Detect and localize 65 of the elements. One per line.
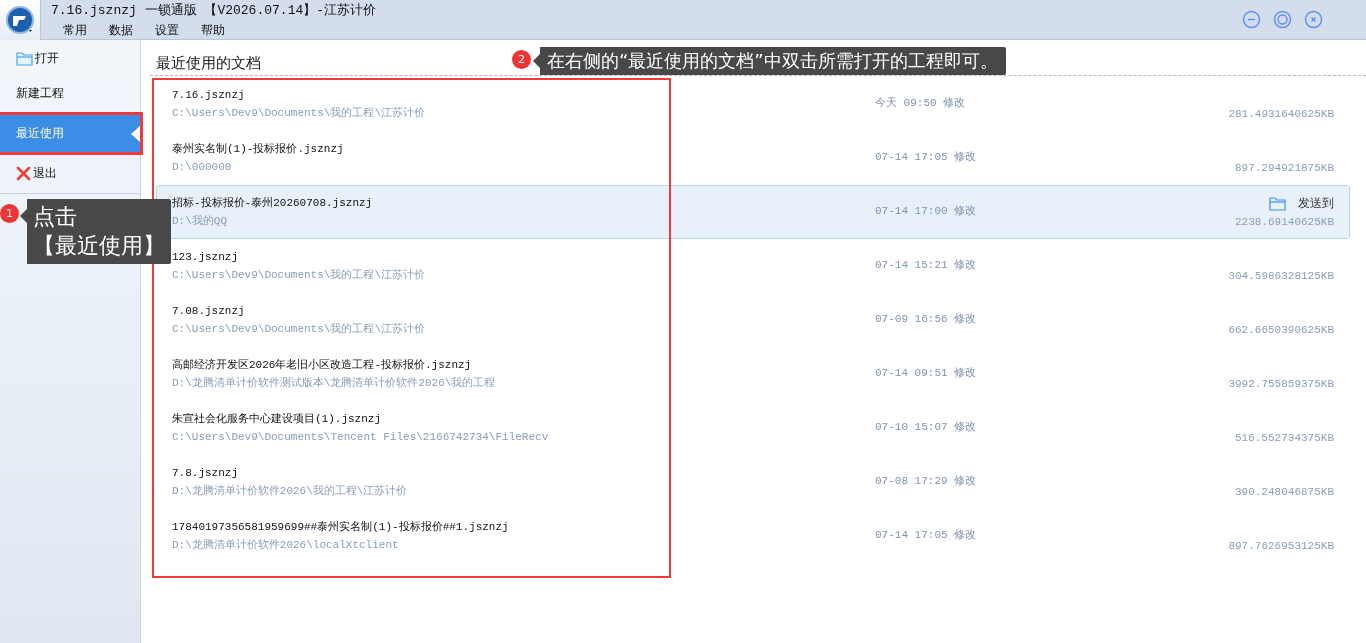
callout-tooltip: 在右侧的“最近使用的文档”中双击所需打开的工程即可。 [533, 47, 1006, 75]
file-name: 123.jsznzj [172, 250, 239, 264]
menu-item[interactable]: 数据 [109, 21, 133, 39]
file-path: D:\龙腾清单计价软件2026\localXtclient [172, 538, 400, 552]
document-row[interactable]: 17840197356581959699##泰州实名制(1)-投标报价##1.jsznzj D:\龙腾清单计价软件2026\localXtclient 07-14 17:05 修改 897.7626953125KB [156, 509, 1350, 563]
file-size: 897.294921875KB [1234, 161, 1334, 175]
file-name: 高邮经济开发区2026年老旧小区改造工程-投标报价.jsznzj [172, 358, 473, 372]
file-name: 7.8.jsznzj [172, 466, 239, 480]
file-name: 朱宣社会化服务中心建设项目(1).jsznzj [172, 412, 382, 426]
document-row[interactable]: 高邮经济开发区2026年老旧小区改造工程-投标报价.jsznzj D:\龙腾清单计价软件测试版本\龙腾清单计价软件2026\我的工程 07-14 09:51 修改 3992.755859375KB [156, 347, 1350, 401]
file-name: 7.08.jsznzj [172, 304, 246, 318]
document-row[interactable]: 7.08.jsznzj C:\Users\Dev9\Documents\我的工程\江苏计价 07-09 16:56 修改 662.6650390625KB [156, 293, 1350, 347]
file-size: 304.5986328125KB [1228, 269, 1334, 283]
file-size: 3992.755859375KB [1228, 377, 1334, 391]
document-row[interactable]: 朱宣社会化服务中心建设项目(1).jsznzj C:\Users\Dev9\Documents\Tencent Files\2166742734\FileRecv 07-10 15:07 修改 516.552734375KB [156, 401, 1350, 455]
file-path: D:\龙腾清单计价软件测试版本\龙腾清单计价软件2026\我的工程 [172, 376, 497, 390]
section-title: 最近使用的文档 [156, 53, 261, 73]
menu-item[interactable]: 帮助 [201, 21, 225, 39]
modified-time: 今天 09:50 修改 [875, 96, 967, 110]
window-title: 7.16.jsznzj 一锁通版 【V2026.07.14】-江苏计价 [51, 2, 378, 20]
logo-icon [5, 5, 35, 35]
file-path: C:\Users\Dev9\Documents\Tencent Files\2166742734\FileRecv [172, 430, 550, 444]
step-badge: 2 [512, 50, 531, 69]
file-size: 897.7626953125KB [1228, 539, 1334, 553]
modified-time: 07-14 17:05 修改 [875, 150, 978, 164]
minimize-icon[interactable] [1242, 10, 1261, 29]
file-size: 2238.69140625KB [1234, 215, 1334, 229]
modified-time: 07-14 17:05 修改 [875, 528, 978, 542]
sidebar-item[interactable]: 退出 [0, 156, 140, 191]
document-row[interactable]: 7.16.jsznzj C:\Users\Dev9\Documents\我的工程\江苏计价 今天 09:50 修改 281.4931640625KB [156, 77, 1350, 131]
file-name: 7.16.jsznzj [172, 88, 246, 102]
close-icon [16, 166, 31, 181]
file-path: D:\龙腾清单计价软件2026\我的工程\江苏计价 [172, 484, 409, 498]
modified-time: 07-14 15:21 修改 [875, 258, 978, 272]
modified-time: 07-08 17:29 修改 [875, 474, 978, 488]
folder-icon [16, 51, 33, 66]
file-path: C:\Users\Dev9\Documents\我的工程\江苏计价 [172, 106, 427, 120]
modified-time: 07-14 17:00 修改 [875, 204, 978, 218]
modified-time: 07-09 16:56 修改 [875, 312, 978, 326]
file-path: C:\Users\Dev9\Documents\我的工程\江苏计价 [172, 268, 427, 282]
file-size: 281.4931640625KB [1228, 107, 1334, 121]
document-row[interactable]: 7.8.jsznzj D:\龙腾清单计价软件2026\我的工程\江苏计价 07-08 17:29 修改 390.248046875KB [156, 455, 1350, 509]
modified-time: 07-14 09:51 修改 [875, 366, 978, 380]
file-path: C:\Users\Dev9\Documents\我的工程\江苏计价 [172, 322, 427, 336]
file-path: D:\我的QQ [172, 214, 228, 228]
file-name: 招标-投标报价-泰州20260708.jsznzj [172, 196, 374, 210]
close-icon[interactable] [1304, 10, 1323, 29]
file-size: 662.6650390625KB [1228, 323, 1334, 337]
sidebar-item[interactable]: 打开 [0, 41, 140, 76]
modified-time: 07-10 15:07 修改 [875, 420, 978, 434]
menu-item[interactable]: 设置 [155, 21, 179, 39]
sidebar-item[interactable]: 新建工程 [0, 76, 140, 111]
document-row[interactable]: 招标-投标报价-泰州20260708.jsznzj D:\我的QQ 07-14 17:00 修改 发送到 2238.69140625KB [156, 185, 1350, 239]
folder-icon [1269, 196, 1286, 211]
send-to-button[interactable]: 发送到 [1269, 195, 1334, 212]
maximize-icon[interactable] [1273, 10, 1292, 29]
file-name: 17840197356581959699##泰州实名制(1)-投标报价##1.jsznzj [172, 520, 510, 534]
callout-tooltip: 点击 【最近使用】 [20, 199, 171, 264]
menu-item[interactable]: 常用 [63, 21, 87, 39]
file-size: 390.248046875KB [1234, 485, 1334, 499]
file-path: D:\000000 [172, 160, 233, 174]
document-row[interactable]: 泰州实名制(1)-投标报价.jsznzj D:\000000 07-14 17:05 修改 897.294921875KB [156, 131, 1350, 185]
app-logo-button[interactable] [0, 0, 41, 40]
file-size: 516.552734375KB [1234, 431, 1334, 445]
file-name: 泰州实名制(1)-投标报价.jsznzj [172, 142, 345, 156]
